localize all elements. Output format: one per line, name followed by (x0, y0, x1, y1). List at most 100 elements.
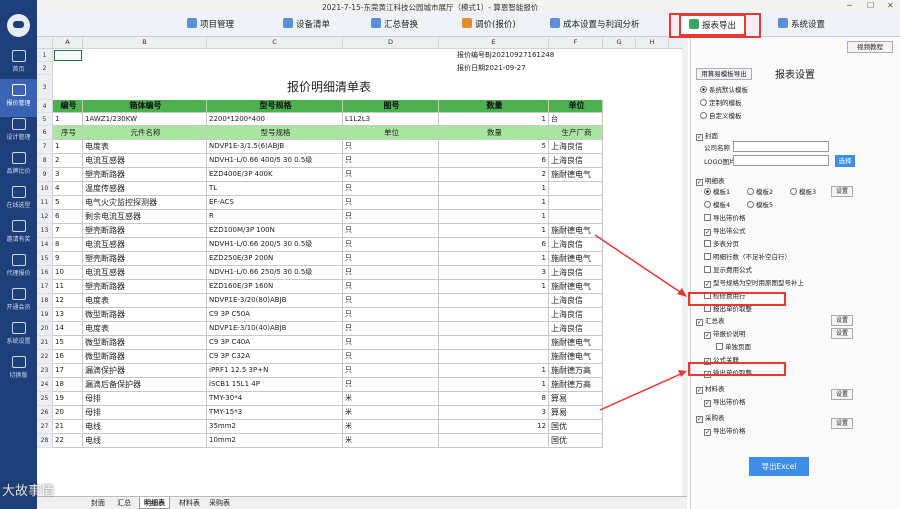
detail-template-4[interactable]: 模板5 (747, 199, 773, 209)
item-cell[interactable]: 1 (439, 364, 549, 378)
item-cell[interactable]: R (207, 210, 343, 224)
item-cell[interactable]: 1 (439, 280, 549, 294)
row-header[interactable]: 14 (37, 238, 53, 252)
item-cell[interactable]: EZD160E/3P 160N (207, 280, 343, 294)
detail-set-button[interactable]: 设置 (831, 186, 853, 197)
item-cell[interactable]: 只 (343, 294, 439, 308)
item-cell[interactable]: 3 (439, 406, 549, 420)
row-header[interactable]: 17 (37, 280, 53, 294)
item-cell[interactable]: 只 (343, 266, 439, 280)
box-header-cell[interactable]: 箱体编号 (83, 100, 207, 113)
box-row-cell[interactable]: 1AWZ1/230KW (83, 113, 207, 126)
column-header[interactable]: F (549, 37, 603, 49)
toolbar-summary-button[interactable]: 汇总替换 (371, 18, 418, 30)
sidebar-item-2[interactable]: 设计管理 (0, 113, 37, 151)
purchase-set-button[interactable]: 设置 (831, 418, 853, 429)
material-checkbox[interactable]: ✓ 材料表 (696, 383, 725, 394)
item-cell[interactable]: 15 (53, 336, 83, 350)
sidebar-item-1[interactable]: 报价管理 (0, 79, 37, 117)
item-cell[interactable]: EZD250E/3P 200N (207, 252, 343, 266)
item-cell[interactable]: 国优 (549, 420, 603, 434)
item-cell[interactable]: 1 (439, 196, 549, 210)
column-header[interactable]: B (83, 37, 207, 49)
item-cell[interactable]: 只 (343, 280, 439, 294)
row-header[interactable]: 10 (37, 182, 53, 196)
column-header[interactable]: A (53, 37, 83, 49)
item-cell[interactable]: 4 (53, 182, 83, 196)
item-cell[interactable] (439, 350, 549, 364)
box-row-cell[interactable]: 1 (439, 113, 549, 126)
item-cell[interactable] (439, 322, 549, 336)
item-cell[interactable]: 电流互感器 (83, 266, 207, 280)
summary-opt-0[interactable]: ✓ 带报价说明 (704, 328, 746, 339)
item-cell[interactable]: NDVH1-L/0.66 400/5 30 0.5级 (207, 154, 343, 168)
item-cell[interactable]: 电度表 (83, 322, 207, 336)
item-cell[interactable]: 只 (343, 238, 439, 252)
template-option-2[interactable]: 自定义模板 (700, 110, 742, 120)
item-cell[interactable]: EF-ACS (207, 196, 343, 210)
item-cell[interactable]: C9 3P C40A (207, 336, 343, 350)
item-cell[interactable]: EZD400E/3P 400K (207, 168, 343, 182)
item-cell[interactable]: 18 (53, 378, 83, 392)
item-cell[interactable]: 电度表 (83, 294, 207, 308)
row-header[interactable]: 20 (37, 322, 53, 336)
maximize-icon[interactable]: ☐ (867, 1, 874, 10)
item-cell[interactable]: 米 (343, 420, 439, 434)
item-cell[interactable]: 3 (53, 168, 83, 182)
sidebar-item-0[interactable]: 首页 (0, 45, 37, 83)
summary-opt-1[interactable]: 单独页面 (716, 341, 751, 351)
row-header[interactable]: 12 (37, 210, 53, 224)
item-cell[interactable]: NDVH1-L/0.66 250/5 30 0.5级 (207, 266, 343, 280)
row-header[interactable]: 3 (37, 75, 53, 100)
item-cell[interactable]: 剩余电流互感器 (83, 210, 207, 224)
item-cell[interactable]: 只 (343, 336, 439, 350)
item-cell[interactable]: 微型断路器 (83, 336, 207, 350)
item-cell[interactable]: 漏滴后备保护器 (83, 378, 207, 392)
row-header[interactable]: 27 (37, 420, 53, 434)
detail-template-3[interactable]: 模板4 (704, 199, 730, 209)
item-cell[interactable]: 11 (53, 280, 83, 294)
item-cell[interactable]: 6 (53, 210, 83, 224)
item-cell[interactable]: 施耐德电气 (549, 168, 603, 182)
active-cell[interactable] (54, 50, 82, 61)
export-excel-button[interactable]: 导出Excel (749, 457, 809, 476)
item-cell[interactable]: 19 (53, 392, 83, 406)
box-row-cell[interactable]: 1 (53, 113, 83, 126)
item-cell[interactable]: 6 (439, 238, 549, 252)
item-cell[interactable] (549, 210, 603, 224)
item-cell[interactable]: 8 (439, 392, 549, 406)
item-cell[interactable] (549, 196, 603, 210)
item-cell[interactable]: 温度传感器 (83, 182, 207, 196)
video-tutorial-button[interactable]: 视频教程 (847, 41, 893, 53)
toolbar-project-button[interactable]: 项目管理 (187, 18, 234, 30)
box-row-cell[interactable]: 2200*1200*400 (207, 113, 343, 126)
item-cell[interactable]: TMY-15*3 (207, 406, 343, 420)
detail-template-1[interactable]: 模板2 (747, 186, 773, 196)
sidebar-item-8[interactable]: 系统设置 (0, 317, 37, 355)
item-cell[interactable]: NDVP1E-3/20(80)ABJB (207, 294, 343, 308)
quote-date-label[interactable]: 报价日期： (398, 62, 492, 75)
row-header[interactable]: 23 (37, 364, 53, 378)
item-cell[interactable] (439, 308, 549, 322)
item-cell[interactable]: NDVH1-L/0.66 200/5 30 0.5级 (207, 238, 343, 252)
item-cell[interactable] (439, 434, 549, 448)
item-cell[interactable]: 电流互感器 (83, 154, 207, 168)
item-cell[interactable]: 上海良信 (549, 154, 603, 168)
item-cell[interactable]: 只 (343, 308, 439, 322)
item-cell[interactable]: 21 (53, 420, 83, 434)
box-header-cell[interactable]: 数量 (439, 100, 549, 113)
row-header[interactable]: 24 (37, 378, 53, 392)
row-header[interactable]: 2 (37, 62, 53, 75)
item-cell[interactable]: 母排 (83, 392, 207, 406)
item-cell[interactable] (549, 182, 603, 196)
item-cell[interactable]: 3 (439, 266, 549, 280)
item-cell[interactable]: 35mm2 (207, 420, 343, 434)
item-cell[interactable]: EZD100M/3P 100N (207, 224, 343, 238)
item-cell[interactable] (439, 294, 549, 308)
row-header[interactable]: 13 (37, 224, 53, 238)
row-header[interactable]: 19 (37, 308, 53, 322)
template-export-button[interactable]: 用算易模板导出 (696, 68, 752, 80)
item-cell[interactable]: 母排 (83, 406, 207, 420)
column-header[interactable]: C (207, 37, 343, 49)
material-set-button[interactable]: 设置 (831, 389, 853, 400)
